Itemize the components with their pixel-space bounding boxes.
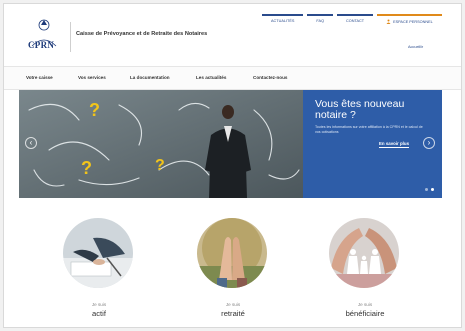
hero-carousel: ? ? ? Vous êtes nouveau notaire ? Toutes… xyxy=(19,90,442,198)
top-link-actualites[interactable]: ACTUALITÉS xyxy=(262,14,304,27)
profile-label-actif: actif xyxy=(92,309,106,318)
header-divider xyxy=(70,22,71,52)
profile-card-beneficiaire[interactable]: Je suis bénéficiaire xyxy=(320,218,410,318)
hero-description: Toutes les informations sur votre affili… xyxy=(315,125,423,134)
personal-space-link[interactable]: ESPACE PERSONNEL xyxy=(377,14,442,27)
profile-label-retraite: retraité xyxy=(221,309,245,318)
actif-photo xyxy=(63,218,133,288)
carousel-dots xyxy=(425,188,434,191)
carousel-prev-icon[interactable]: ‹ xyxy=(25,137,37,149)
personal-space-label: ESPACE PERSONNEL xyxy=(393,19,433,24)
hero-title: Vous êtes nouveau notaire ? xyxy=(315,98,405,121)
profile-kicker: Je suis xyxy=(91,302,107,307)
nav-item-documentation[interactable]: La documentation xyxy=(130,75,170,80)
top-link-faq[interactable]: FAQ xyxy=(307,14,334,27)
cprn-logo[interactable]: CPRN xyxy=(24,16,64,52)
browser-page: CPRN Caisse de Prévoyance et de Retraite… xyxy=(3,3,462,328)
site-header: CPRN Caisse de Prévoyance et de Retraite… xyxy=(4,4,461,62)
top-links: ACTUALITÉS FAQ CONTACT ESPACE PERSONNEL xyxy=(262,14,442,27)
nav-item-actualites[interactable]: Les actualités xyxy=(196,75,226,80)
profile-label-beneficiaire: bénéficiaire xyxy=(345,309,385,318)
main-nav: Votre caisse Vos services La documentati… xyxy=(4,66,461,90)
nav-item-vos-services[interactable]: Vos services xyxy=(78,75,106,80)
svg-text:?: ? xyxy=(89,100,100,120)
learn-more-link[interactable]: En savoir plus xyxy=(379,141,409,148)
profile-kicker: Je suis xyxy=(357,302,373,307)
logo-text: CPRN xyxy=(28,40,55,50)
svg-text:?: ? xyxy=(155,157,165,174)
carousel-dot[interactable] xyxy=(425,188,428,191)
hero-text-panel: Vous êtes nouveau notaire ? Toutes les i… xyxy=(303,90,442,198)
profile-card-actif[interactable]: Je suis actif xyxy=(54,218,144,318)
svg-text:?: ? xyxy=(81,158,92,178)
retraite-photo xyxy=(197,218,267,288)
hero-image: ? ? ? xyxy=(19,90,303,198)
nav-item-contact[interactable]: Contactez-nous xyxy=(253,75,287,80)
carousel-next-icon[interactable]: › xyxy=(423,137,435,149)
profile-kicker: Je suis xyxy=(225,302,241,307)
top-link-contact[interactable]: CONTACT xyxy=(337,14,374,27)
carousel-dot-active[interactable] xyxy=(431,188,434,191)
beneficiaire-photo xyxy=(329,218,399,288)
profile-card-retraite[interactable]: Je suis retraité xyxy=(188,218,278,318)
login-link[interactable]: Accueillir xyxy=(408,45,423,49)
user-icon xyxy=(386,19,391,24)
site-title: Caisse de Prévoyance et de Retraite des … xyxy=(76,31,208,37)
nav-item-votre-caisse[interactable]: Votre caisse xyxy=(26,75,53,80)
